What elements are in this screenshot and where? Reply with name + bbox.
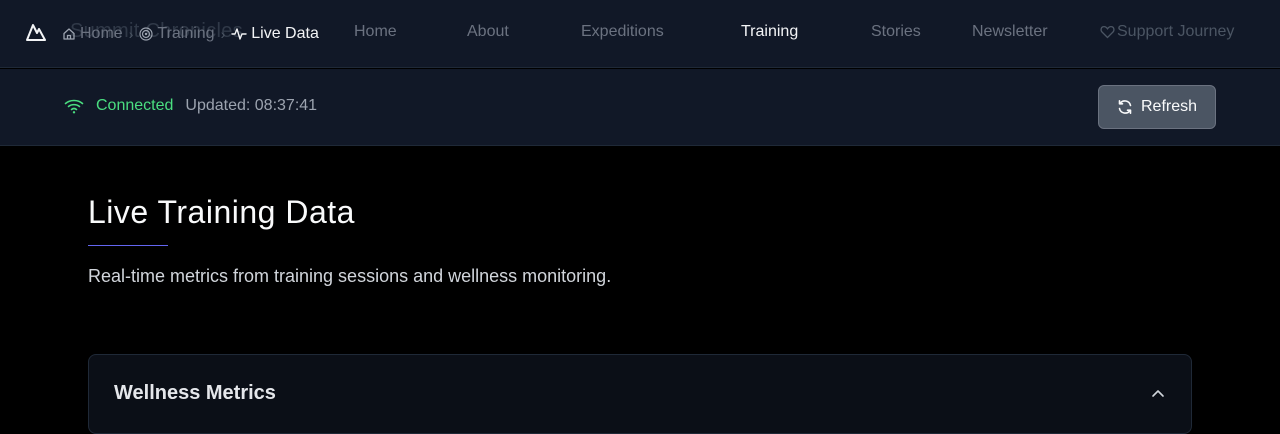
breadcrumb-live-data: Live Data bbox=[231, 25, 319, 43]
breadcrumb-separator: › bbox=[220, 26, 226, 42]
wifi-icon bbox=[64, 99, 84, 114]
live-status-bar: Connected Updated: 08:37:41 Refresh bbox=[0, 69, 1280, 146]
connection-label: Connected bbox=[96, 97, 174, 114]
breadcrumb-home-label: Home bbox=[80, 25, 123, 42]
breadcrumb-training[interactable]: Training bbox=[139, 25, 215, 43]
chevron-up-icon[interactable] bbox=[1151, 388, 1165, 398]
support-journey-label: Support Journey bbox=[1117, 23, 1235, 40]
page-subtitle: Real-time metrics from training sessions… bbox=[88, 266, 612, 286]
home-icon bbox=[63, 28, 75, 40]
refresh-icon bbox=[1118, 100, 1132, 114]
page-title: Live Training Data bbox=[88, 194, 355, 230]
title-underline bbox=[88, 245, 168, 246]
refresh-button[interactable]: Refresh bbox=[1098, 85, 1216, 129]
breadcrumb: Home › Training › Live Data bbox=[62, 24, 319, 44]
support-journey-link[interactable]: Support Journey bbox=[1100, 23, 1234, 41]
breadcrumb-home[interactable]: Home bbox=[62, 25, 123, 43]
breadcrumb-live-data-label: Live Data bbox=[251, 25, 319, 42]
nav-expeditions[interactable]: Expeditions bbox=[581, 23, 664, 41]
wellness-metrics-panel[interactable]: Wellness Metrics bbox=[88, 354, 1192, 434]
connected-indicator: Connected bbox=[64, 97, 173, 115]
target-icon bbox=[139, 27, 153, 41]
connection-status: Connected Updated: 08:37:41 bbox=[64, 97, 317, 115]
nav-newsletter[interactable]: Newsletter bbox=[972, 23, 1048, 41]
nav-home[interactable]: Home bbox=[354, 23, 397, 41]
heart-icon bbox=[1100, 25, 1115, 39]
nav-about[interactable]: About bbox=[467, 23, 509, 41]
nav-stories[interactable]: Stories bbox=[871, 23, 921, 41]
mountain-logo-icon[interactable] bbox=[26, 22, 46, 42]
refresh-label: Refresh bbox=[1140, 98, 1198, 115]
breadcrumb-training-label: Training bbox=[157, 25, 215, 42]
activity-icon bbox=[231, 28, 247, 40]
breadcrumb-separator: › bbox=[128, 26, 134, 42]
last-updated-time: Updated: 08:37:41 bbox=[185, 97, 318, 114]
nav-training[interactable]: Training bbox=[741, 23, 798, 41]
wellness-metrics-title: Wellness Metrics bbox=[114, 382, 276, 404]
top-navigation-bar: Summit Chronicles Home › Training › Live… bbox=[0, 0, 1280, 68]
